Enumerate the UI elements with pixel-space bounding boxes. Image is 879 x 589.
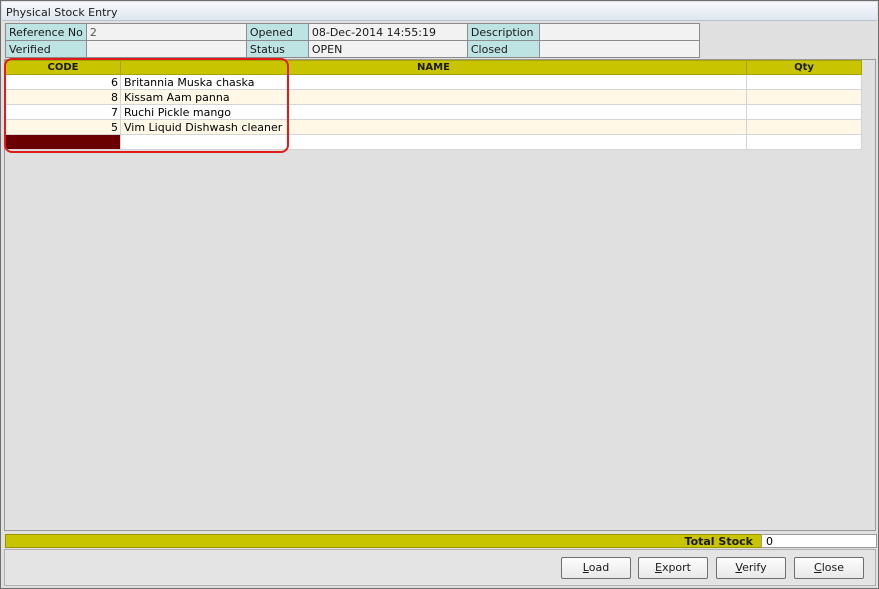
opened-label: Opened [245, 23, 309, 41]
export-button[interactable]: Export [638, 557, 708, 579]
column-header-name[interactable]: NAME [120, 60, 747, 75]
active-code-cell[interactable] [5, 134, 121, 150]
status-field[interactable]: OPEN [307, 40, 468, 58]
close-button[interactable]: Close [794, 557, 864, 579]
reference-no-field[interactable]: 2 [85, 23, 247, 41]
status-label: Status [245, 40, 309, 58]
new-entry-row[interactable] [5, 134, 862, 150]
name-cell[interactable]: Ruchi Pickle mango [120, 104, 747, 120]
button-bar: Load Export Verify Close [4, 549, 876, 586]
entry-info-grid: Reference No 2 Opened 08-Dec-2014 14:55:… [5, 23, 700, 58]
column-header-qty[interactable]: Qty [746, 60, 862, 75]
total-stock-label: Total Stock [684, 535, 753, 548]
name-cell[interactable]: Britannia Muska chaska [120, 74, 747, 90]
opened-field[interactable]: 08-Dec-2014 14:55:19 [307, 23, 468, 41]
window-title: Physical Stock Entry [2, 2, 877, 21]
reference-no-label: Reference No [5, 23, 87, 41]
table-row[interactable]: 8 Kissam Aam panna [5, 89, 862, 105]
column-header-code[interactable]: CODE [5, 60, 121, 75]
code-cell[interactable]: 5 [5, 119, 121, 135]
stock-items-grid: CODE NAME Qty 6 Britannia Muska chaska 8… [5, 60, 862, 150]
qty-cell[interactable] [746, 119, 862, 135]
total-stock-value: 0 [761, 534, 877, 548]
qty-cell[interactable] [746, 89, 862, 105]
total-stock-bar: Total Stock 0 [5, 534, 877, 548]
code-cell[interactable]: 7 [5, 104, 121, 120]
table-row[interactable]: 6 Britannia Muska chaska [5, 74, 862, 90]
closed-label: Closed [466, 40, 540, 58]
code-cell[interactable]: 6 [5, 74, 121, 90]
table-row[interactable]: 7 Ruchi Pickle mango [5, 104, 862, 120]
name-cell[interactable] [120, 134, 747, 150]
verified-label: Verified [5, 40, 87, 58]
name-cell[interactable]: Vim Liquid Dishwash cleaner [120, 119, 747, 135]
qty-cell[interactable] [746, 74, 862, 90]
load-button[interactable]: Load [561, 557, 631, 579]
verified-field[interactable] [85, 40, 247, 58]
description-field[interactable] [538, 23, 700, 41]
code-cell[interactable]: 8 [5, 89, 121, 105]
closed-field[interactable] [538, 40, 700, 58]
verify-button[interactable]: Verify [716, 557, 786, 579]
qty-cell[interactable] [746, 134, 862, 150]
description-label: Description [466, 23, 540, 41]
table-row[interactable]: 5 Vim Liquid Dishwash cleaner [5, 119, 862, 135]
qty-cell[interactable] [746, 104, 862, 120]
name-cell[interactable]: Kissam Aam panna [120, 89, 747, 105]
physical-stock-entry-window: Physical Stock Entry Reference No 2 Open… [0, 0, 879, 589]
